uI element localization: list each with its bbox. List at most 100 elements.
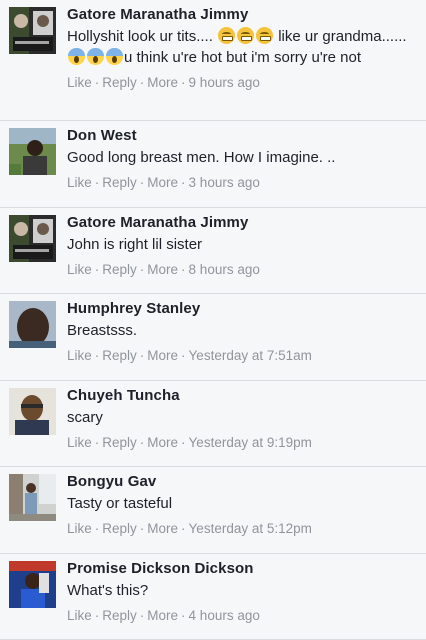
more-link[interactable]: More	[147, 435, 178, 450]
comment-item: Chuyeh Tuncha scary Like · Reply · More · Yest…	[0, 381, 426, 467]
comment-list: Gatore Maranatha Jimmy Hollyshit look ur…	[0, 0, 426, 640]
more-link[interactable]: More	[147, 75, 178, 90]
separator: ·	[139, 175, 145, 190]
more-link[interactable]: More	[147, 262, 178, 277]
separator: ·	[94, 348, 100, 363]
reply-link[interactable]: Reply	[102, 175, 137, 190]
commenter-name[interactable]: Gatore Maranatha Jimmy	[67, 213, 416, 233]
avatar[interactable]	[9, 560, 56, 608]
comment-actions: Like · Reply · More · 9 hours ago	[67, 74, 416, 92]
separator: ·	[139, 607, 145, 623]
separator: ·	[181, 175, 186, 190]
separator: ·	[181, 434, 186, 450]
comment-text: Good long breast men. How I imagine. ..	[67, 149, 336, 166]
like-link[interactable]: Like	[67, 348, 92, 363]
separator: ·	[139, 521, 145, 536]
reply-link[interactable]: Reply	[102, 75, 137, 90]
separator: ·	[94, 175, 100, 190]
comment-item: Bongyu Gav Tasty or tasteful Like · Reply ·…	[0, 467, 426, 554]
separator: ·	[94, 607, 100, 623]
comment-text: What's this?	[67, 581, 149, 599]
comment-text: scary	[67, 408, 103, 426]
more-link[interactable]: More	[147, 175, 178, 190]
commenter-name[interactable]: Humphrey Stanley	[67, 299, 416, 319]
grinning-face-icon	[256, 27, 274, 44]
reply-link[interactable]: Reply	[102, 521, 137, 536]
separator: ·	[181, 75, 186, 90]
avatar[interactable]	[9, 128, 56, 175]
avatar[interactable]	[9, 214, 56, 262]
timestamp: Yesterday at 5:12pm	[188, 521, 312, 536]
grinning-face-icon	[237, 27, 255, 44]
comment-actions: Like · Reply · More · Yesterday at 9:19pm	[67, 434, 416, 452]
comment-item: Gatore Maranatha Jimmy Hollyshit look ur…	[0, 0, 426, 121]
comment-actions: Like · Reply · More · 4 hours ago	[67, 607, 416, 625]
separator: ·	[181, 348, 186, 363]
separator: ·	[139, 261, 145, 277]
reply-link[interactable]: Reply	[102, 608, 137, 623]
screaming-face-icon	[68, 48, 85, 65]
like-link[interactable]: Like	[67, 608, 92, 623]
avatar[interactable]	[9, 7, 56, 54]
profile-photo-icon	[9, 128, 56, 175]
separator: ·	[181, 261, 186, 277]
reply-link[interactable]: Reply	[102, 262, 137, 277]
comment-actions: Like · Reply · More · Yesterday at 5:12pm	[67, 520, 416, 538]
comment-item: Don West Good long breast men. How I ima…	[0, 121, 426, 208]
commenter-name[interactable]: Gatore Maranatha Jimmy	[67, 5, 416, 25]
comment-text-part: like ur grandma......	[274, 28, 407, 45]
profile-photo-icon	[9, 301, 56, 348]
like-link[interactable]: Like	[67, 175, 92, 190]
more-link[interactable]: More	[147, 521, 178, 536]
profile-photo-icon	[9, 474, 56, 521]
timestamp: 8 hours ago	[188, 261, 260, 277]
screaming-face-icon	[106, 48, 123, 65]
like-link[interactable]: Like	[67, 521, 92, 536]
separator: ·	[139, 434, 145, 450]
avatar[interactable]	[9, 387, 56, 435]
separator: ·	[181, 521, 186, 536]
separator: ·	[181, 607, 186, 623]
comment-text: John is right lil sister	[67, 235, 203, 253]
more-link[interactable]: More	[147, 348, 178, 363]
comment-text: Tasty or tasteful	[67, 495, 173, 512]
comment-text: Hollyshit look ur tits.... like ur grand…	[67, 26, 416, 68]
comment-text-part: Hollyshit look ur tits....	[67, 28, 218, 45]
separator: ·	[139, 75, 145, 90]
profile-photo-icon	[9, 214, 56, 262]
avatar[interactable]	[9, 301, 56, 348]
timestamp: 4 hours ago	[188, 607, 260, 623]
like-link[interactable]: Like	[67, 75, 92, 90]
comment-text: Breastsss.	[67, 322, 138, 339]
comment-actions: Like · Reply · More · Yesterday at 7:51am	[67, 347, 416, 365]
separator: ·	[94, 261, 100, 277]
commenter-name[interactable]: Don West	[67, 126, 416, 146]
comment-text-part: u think u're hot but i'm sorry u're not	[124, 49, 362, 66]
profile-photo-icon	[9, 560, 56, 608]
avatar[interactable]	[9, 474, 56, 521]
timestamp: 3 hours ago	[188, 175, 260, 190]
separator: ·	[94, 434, 100, 450]
commenter-name[interactable]: Promise Dickson Dickson	[67, 559, 416, 579]
commenter-name[interactable]: Chuyeh Tuncha	[67, 386, 416, 406]
profile-photo-icon	[9, 387, 56, 435]
commenter-name[interactable]: Bongyu Gav	[67, 472, 416, 492]
grinning-face-icon	[218, 27, 236, 44]
timestamp: Yesterday at 9:19pm	[188, 434, 312, 450]
comment-item: Humphrey Stanley Breastsss. Like · Reply · M…	[0, 294, 426, 381]
like-link[interactable]: Like	[67, 262, 92, 277]
separator: ·	[139, 348, 145, 363]
comment-actions: Like · Reply · More · 3 hours ago	[67, 174, 416, 192]
separator: ·	[94, 75, 100, 90]
like-link[interactable]: Like	[67, 435, 92, 450]
comment-item: Gatore Maranatha Jimmy John is right lil…	[0, 208, 426, 294]
timestamp: 9 hours ago	[188, 75, 260, 90]
reply-link[interactable]: Reply	[102, 348, 137, 363]
comment-actions: Like · Reply · More · 8 hours ago	[67, 261, 416, 279]
reply-link[interactable]: Reply	[102, 435, 137, 450]
comment-item: Promise Dickson Dickson What's this? Lik…	[0, 554, 426, 640]
more-link[interactable]: More	[147, 608, 178, 623]
screaming-face-icon	[87, 48, 104, 65]
timestamp: Yesterday at 7:51am	[188, 348, 312, 363]
separator: ·	[94, 521, 100, 536]
